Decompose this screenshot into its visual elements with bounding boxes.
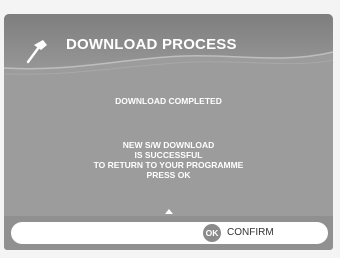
confirm-bar: OK CONFIRM [11,222,328,244]
confirm-label: CONFIRM [227,227,274,238]
footer-bar: OK CONFIRM [4,216,333,250]
download-status: DOWNLOAD COMPLETED [115,96,222,106]
download-process-screen: DOWNLOAD PROCESS DOWNLOAD COMPLETED NEW … [0,0,340,258]
dialog-panel: DOWNLOAD PROCESS DOWNLOAD COMPLETED NEW … [4,14,333,222]
message-line: TO RETURN TO YOUR PROGRAMME [93,160,244,170]
result-message: NEW S/W DOWNLOAD IS SUCCESSFUL TO RETURN… [4,140,333,180]
message-line: IS SUCCESSFUL [134,150,203,160]
ok-button[interactable]: OK [203,224,221,242]
hammer-icon [24,38,50,69]
message-line: NEW S/W DOWNLOAD [122,140,215,150]
dialog-title: DOWNLOAD PROCESS [66,36,237,53]
message-line: PRESS OK [146,170,191,180]
up-arrow-icon [165,209,173,214]
